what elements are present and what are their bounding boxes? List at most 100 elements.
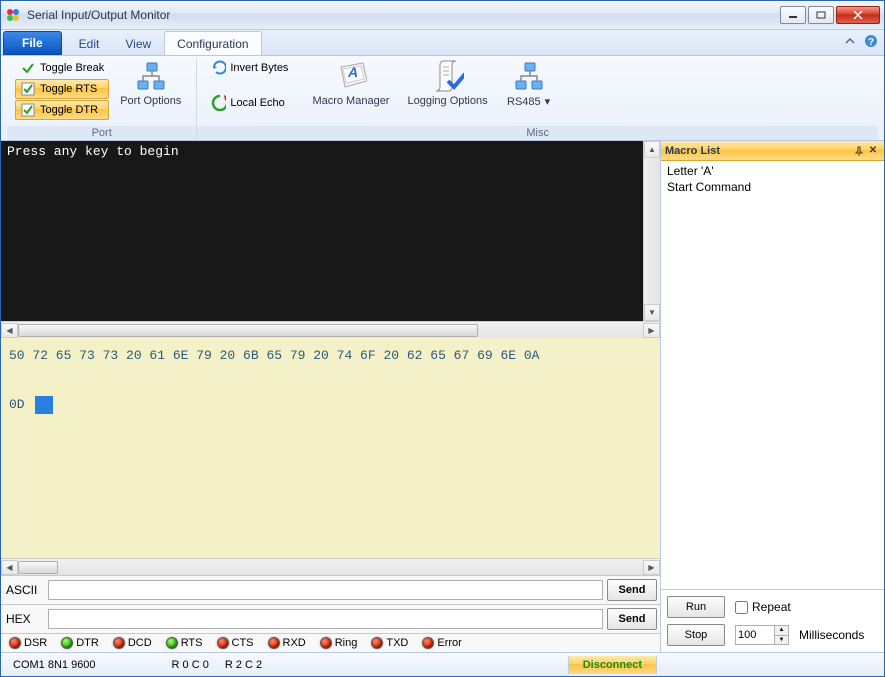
ascii-send-button[interactable]: Send <box>607 579 657 601</box>
ribbon-group-misc-label: Misc <box>197 126 878 140</box>
led-icon <box>268 637 280 649</box>
stepper-up-icon[interactable]: ▲ <box>775 626 788 636</box>
macro-panel-header: Macro List ✕ <box>661 141 884 161</box>
scroll-left-icon[interactable]: ◀ <box>1 323 18 338</box>
dropdown-caret-icon: ▾ <box>545 95 551 108</box>
run-button[interactable]: Run <box>667 596 725 618</box>
toggle-break-button[interactable]: Toggle Break <box>15 58 109 78</box>
led-icon <box>371 637 383 649</box>
interval-input[interactable] <box>735 625 775 645</box>
scroll-right-icon[interactable]: ▶ <box>643 560 660 575</box>
network-icon <box>135 61 167 93</box>
check-icon <box>20 60 36 76</box>
hex-label: HEX <box>4 612 44 626</box>
led-dcd: DCD <box>107 637 158 649</box>
help-icon[interactable]: ? <box>864 34 878 51</box>
led-icon <box>166 637 178 649</box>
app-icon <box>5 7 21 23</box>
led-rts: RTS <box>160 637 209 649</box>
ascii-input[interactable] <box>48 580 603 600</box>
terminal-hscrollbar[interactable]: ◀ ▶ <box>1 321 660 338</box>
port-options-button[interactable]: Port Options <box>113 58 188 110</box>
check-box-icon <box>20 102 36 118</box>
status-bar: COM1 8N1 9600 R 0 C 0 R 2 C 2 Disconnect <box>1 652 884 676</box>
close-button[interactable] <box>836 6 880 24</box>
pin-icon[interactable] <box>852 144 866 158</box>
file-menu[interactable]: File <box>3 31 62 55</box>
hex-hscrollbar[interactable]: ◀ ▶ <box>1 558 660 575</box>
tab-edit[interactable]: Edit <box>66 31 113 55</box>
repeat-label: Repeat <box>752 600 791 614</box>
hex-input[interactable] <box>48 609 603 629</box>
stepper-down-icon[interactable]: ▼ <box>775 636 788 645</box>
macro-controls: Run Repeat Stop ▲▼ Milliseconds <box>661 589 884 652</box>
check-box-icon <box>20 81 36 97</box>
stop-button[interactable]: Stop <box>667 624 725 646</box>
led-icon <box>113 637 125 649</box>
macro-manager-button[interactable]: A Macro Manager <box>305 58 396 110</box>
macro-item[interactable]: Letter 'A' <box>665 163 880 179</box>
led-icon <box>61 637 73 649</box>
terminal-output[interactable]: Press any key to begin <box>1 141 643 321</box>
toggle-rts-button[interactable]: Toggle RTS <box>15 79 109 99</box>
ascii-send-row: ASCII Send <box>1 575 660 604</box>
logging-options-button[interactable]: Logging Options <box>400 58 494 110</box>
close-panel-icon[interactable]: ✕ <box>866 144 880 158</box>
ascii-label: ASCII <box>4 583 44 597</box>
repeat-checkbox[interactable] <box>735 601 748 614</box>
led-icon <box>9 637 21 649</box>
collapse-ribbon-icon[interactable] <box>844 35 856 50</box>
macro-panel: Macro List ✕ Letter 'A' Start Command Ru… <box>661 141 884 652</box>
minimize-button[interactable] <box>780 6 806 24</box>
interval-stepper[interactable]: ▲▼ <box>775 625 789 645</box>
terminal-vscrollbar[interactable]: ▲ ▼ <box>643 141 660 321</box>
maximize-button[interactable] <box>808 6 834 24</box>
network-icon <box>513 61 545 93</box>
interval-unit-label: Milliseconds <box>799 628 864 642</box>
led-txd: TXD <box>365 637 414 649</box>
hex-send-button[interactable]: Send <box>607 608 657 630</box>
led-cts: CTS <box>211 637 260 649</box>
local-echo-button[interactable]: Local Echo <box>205 93 293 113</box>
svg-text:?: ? <box>868 37 874 48</box>
macro-list[interactable]: Letter 'A' Start Command <box>661 161 884 589</box>
ribbon-group-port-label: Port <box>7 126 196 140</box>
status-cursor2: R 2 C 2 <box>217 659 270 671</box>
ribbon-group-misc: Invert Bytes Local Echo A Macro Manager <box>197 58 878 140</box>
refresh-icon <box>210 60 226 76</box>
macro-item[interactable]: Start Command <box>665 179 880 195</box>
toggle-dtr-button[interactable]: Toggle DTR <box>15 100 109 120</box>
echo-icon <box>210 95 226 111</box>
scrollbar-thumb[interactable] <box>18 561 58 574</box>
invert-bytes-button[interactable]: Invert Bytes <box>205 58 293 78</box>
scroll-up-icon[interactable]: ▲ <box>644 141 660 158</box>
scroll-left-icon[interactable]: ◀ <box>1 560 18 575</box>
disconnect-button[interactable]: Disconnect <box>568 656 657 674</box>
log-icon <box>432 61 464 93</box>
hex-send-row: HEX Send <box>1 604 660 633</box>
left-pane: Press any key to begin ▲ ▼ ◀ ▶ 50 72 65 … <box>1 141 661 652</box>
ribbon: Toggle Break Toggle RTS Toggle DTR <box>1 56 884 141</box>
scroll-down-icon[interactable]: ▼ <box>644 304 660 321</box>
signal-led-row: DSR DTR DCD RTS CTS RXD Ring TXD Error <box>1 633 660 652</box>
main-area: Press any key to begin ▲ ▼ ◀ ▶ 50 72 65 … <box>1 141 884 652</box>
rs485-button[interactable]: RS485▾ <box>499 58 559 111</box>
scroll-right-icon[interactable]: ▶ <box>643 323 660 338</box>
window-title: Serial Input/Output Monitor <box>27 8 780 22</box>
macro-panel-title: Macro List <box>665 145 852 157</box>
app-window: Serial Input/Output Monitor File Edit Vi… <box>0 0 885 677</box>
tab-configuration[interactable]: Configuration <box>164 31 261 55</box>
led-ring: Ring <box>314 637 364 649</box>
status-port: COM1 8N1 9600 <box>5 659 104 671</box>
hex-output[interactable]: 50 72 65 73 73 20 61 6E 79 20 6B 65 79 2… <box>1 338 660 558</box>
repeat-checkbox-wrap[interactable]: Repeat <box>735 600 791 614</box>
led-icon <box>320 637 332 649</box>
tab-view[interactable]: View <box>112 31 164 55</box>
svg-text:A: A <box>347 64 358 80</box>
scrollbar-thumb[interactable] <box>18 324 478 337</box>
led-dsr: DSR <box>3 637 53 649</box>
led-dtr: DTR <box>55 637 105 649</box>
status-cursor1: R 0 C 0 <box>164 659 217 671</box>
titlebar: Serial Input/Output Monitor <box>1 1 884 30</box>
window-controls <box>780 6 880 24</box>
